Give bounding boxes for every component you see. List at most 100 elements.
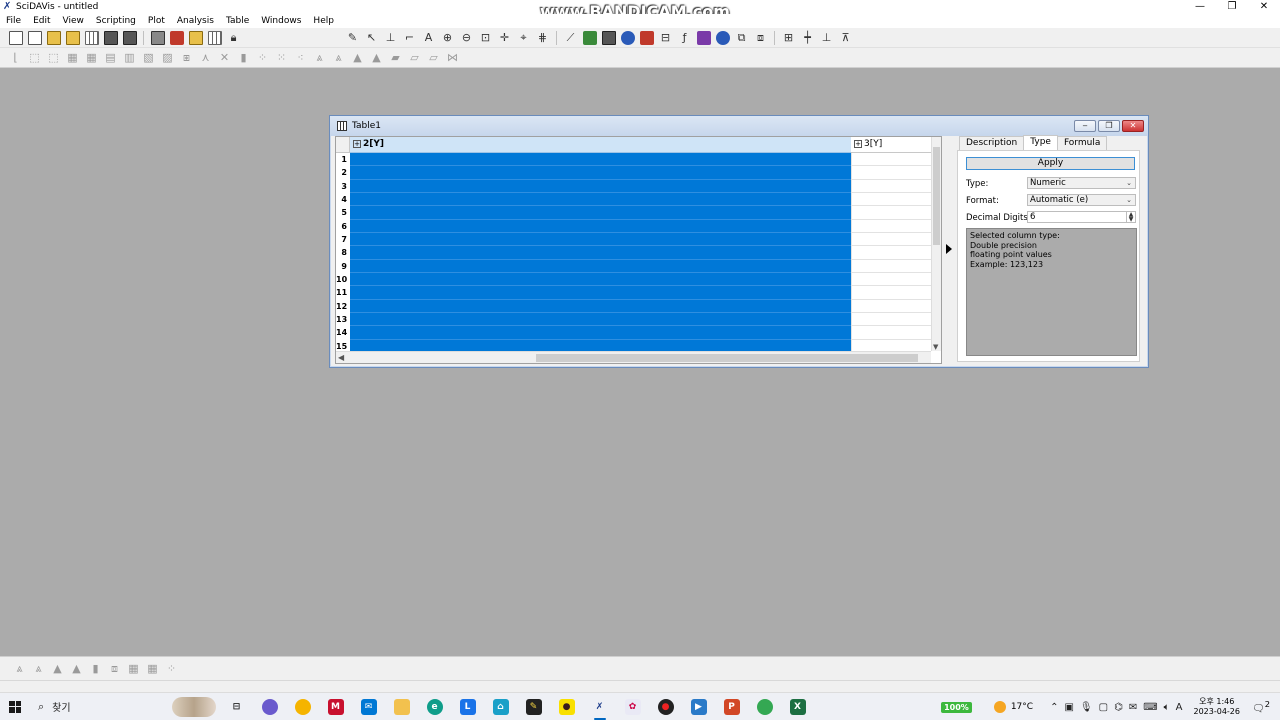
globe-icon[interactable] bbox=[620, 30, 635, 45]
type-select[interactable]: Numeric ⌄ bbox=[1027, 177, 1136, 189]
table-cell[interactable] bbox=[851, 219, 931, 233]
3d-axes-icon[interactable]: ⋏ bbox=[199, 51, 213, 65]
table-minimize-button[interactable]: ‒ bbox=[1074, 120, 1096, 132]
row-header[interactable]: 10 bbox=[336, 272, 350, 287]
floor-iso-icon[interactable]: ▱ bbox=[408, 51, 422, 65]
taskbar-search[interactable]: ⌕ 찾기 bbox=[30, 693, 220, 720]
format-select[interactable]: Automatic (e) ⌄ bbox=[1027, 194, 1136, 206]
table-cell-selected[interactable] bbox=[350, 259, 851, 273]
scroll-left-icon[interactable]: ◀ bbox=[338, 352, 344, 363]
3d-cross-icon[interactable]: ✕ bbox=[218, 51, 232, 65]
floor-data-icon[interactable]: ▰ bbox=[389, 51, 403, 65]
table-cell[interactable] bbox=[851, 166, 931, 180]
table-cell[interactable] bbox=[851, 299, 931, 313]
line-plot-icon[interactable]: ⌊ bbox=[9, 51, 23, 65]
taskbar-app-store[interactable]: ⌂ bbox=[488, 696, 514, 718]
new-project-icon[interactable] bbox=[8, 30, 23, 45]
3d-mesh-icon[interactable]: ▦ bbox=[85, 51, 99, 65]
import-ascii-icon[interactable] bbox=[84, 30, 99, 45]
swap-layers-icon[interactable]: ⧈ bbox=[754, 31, 768, 45]
chat-icon[interactable]: ✉ bbox=[1129, 702, 1137, 713]
notification-icon[interactable]: 🗨︎2 bbox=[1252, 699, 1270, 714]
table-cell[interactable] bbox=[851, 232, 931, 247]
menu-view[interactable]: View bbox=[57, 14, 90, 28]
table-cell-selected[interactable] bbox=[350, 166, 851, 180]
menu-plot[interactable]: Plot bbox=[142, 14, 171, 28]
spin-arrows-icon[interactable]: ▲ ▼ bbox=[1126, 212, 1135, 223]
table-cell-selected[interactable] bbox=[350, 312, 851, 327]
3d-bars-icon[interactable]: ▮ bbox=[89, 662, 103, 676]
table-cell-selected[interactable] bbox=[350, 286, 851, 300]
table-cell[interactable] bbox=[851, 312, 931, 327]
keyboard-icon[interactable]: ⌨ bbox=[1143, 702, 1157, 713]
3d-wireframe-icon[interactable]: ⩓ bbox=[313, 51, 327, 65]
taskbar-app-chrome[interactable] bbox=[752, 696, 778, 718]
horizontal-scrollbar[interactable]: ◀ bbox=[336, 351, 931, 363]
vertical-scroll-thumb[interactable] bbox=[933, 147, 940, 245]
3d-filled-icon[interactable]: ▲ bbox=[51, 662, 65, 676]
3d-wireframe-icon[interactable]: ⩓ bbox=[13, 662, 27, 676]
taskbar-app-mail[interactable]: ✉ bbox=[356, 696, 382, 718]
apply-button[interactable]: Apply bbox=[966, 157, 1135, 170]
screen-reader-icon[interactable]: ⌖ bbox=[517, 31, 531, 45]
menu-windows[interactable]: Windows bbox=[255, 14, 307, 28]
new-table-icon[interactable] bbox=[27, 30, 42, 45]
save-project-icon[interactable] bbox=[103, 30, 118, 45]
volume-icon[interactable]: 🔈︎ bbox=[1164, 702, 1170, 713]
table-cell-selected[interactable] bbox=[350, 232, 851, 247]
close-button[interactable]: ✕ bbox=[1248, 0, 1280, 14]
row-header[interactable]: 6 bbox=[336, 219, 350, 233]
perspective-icon[interactable]: ⋈ bbox=[446, 51, 460, 65]
3d-frame-icon[interactable]: ⬚ bbox=[47, 51, 61, 65]
table-cell[interactable] bbox=[851, 286, 931, 300]
taskbar-app-mcafee[interactable]: M bbox=[323, 696, 349, 718]
weather-widget[interactable]: 17°C bbox=[993, 701, 1033, 713]
row-header[interactable]: 2 bbox=[336, 166, 350, 180]
3d-shaded-icon[interactable]: ▲ bbox=[70, 662, 84, 676]
chevron-up-icon[interactable]: ⌃ bbox=[1050, 702, 1058, 713]
table-window-titlebar[interactable]: Table1 ‒ ❐ ✕ bbox=[330, 116, 1148, 136]
column-header-3y[interactable]: + 3[Y] bbox=[851, 137, 931, 153]
start-button[interactable] bbox=[0, 693, 30, 720]
swap-layers-icon[interactable]: ⧈ bbox=[108, 662, 122, 676]
taskbar-app-chrome-canary[interactable] bbox=[290, 696, 316, 718]
table-cell-selected[interactable] bbox=[350, 219, 851, 233]
project-explorer-icon[interactable] bbox=[188, 30, 203, 45]
column-expand-icon[interactable]: + bbox=[353, 140, 361, 148]
select-data-range-icon[interactable]: ⋕ bbox=[536, 31, 550, 45]
menu-help[interactable]: Help bbox=[307, 14, 340, 28]
horizontal-scroll-thumb[interactable] bbox=[536, 354, 918, 362]
taskbar-app-paint[interactable]: ✿ bbox=[620, 696, 646, 718]
matrix-transpose-icon[interactable]: ▦ bbox=[146, 662, 160, 676]
surface-plot-icon[interactable] bbox=[715, 30, 730, 45]
rescale-icon[interactable]: ⌐ bbox=[403, 31, 417, 45]
row-header[interactable]: 9 bbox=[336, 259, 350, 273]
scroll-down-icon[interactable]: ▼ bbox=[933, 343, 938, 351]
row-header[interactable]: 5 bbox=[336, 206, 350, 220]
add-image-icon[interactable] bbox=[582, 30, 597, 45]
table-cell[interactable] bbox=[851, 246, 931, 260]
tab-type[interactable]: Type bbox=[1023, 135, 1058, 150]
row-header[interactable]: 13 bbox=[336, 312, 350, 327]
set-column-z-icon[interactable]: ⊼ bbox=[839, 31, 853, 45]
table-cell-selected[interactable] bbox=[350, 192, 851, 207]
row-header[interactable]: 3 bbox=[336, 179, 350, 193]
panel-toggle-arrow-icon[interactable] bbox=[946, 244, 952, 254]
data-reader-icon[interactable]: ✛ bbox=[498, 31, 512, 45]
menu-scripting[interactable]: Scripting bbox=[90, 14, 142, 28]
taskbar-app-copilot[interactable] bbox=[257, 696, 283, 718]
row-header[interactable]: 12 bbox=[336, 299, 350, 313]
table-cell[interactable] bbox=[851, 259, 931, 273]
table-cell[interactable] bbox=[851, 206, 931, 220]
taskbar-app-bandicam[interactable]: ● bbox=[653, 696, 679, 718]
draw-line-icon[interactable]: ⟋ bbox=[564, 31, 578, 45]
battery-badge[interactable]: 100% bbox=[941, 701, 972, 713]
add-function-icon[interactable]: ƒ bbox=[678, 31, 692, 45]
taskbar-app-scidavis[interactable]: ✗ bbox=[587, 696, 613, 720]
add-layer-icon[interactable]: ⊟ bbox=[659, 31, 673, 45]
row-header[interactable]: 11 bbox=[336, 286, 350, 300]
onenote-icon[interactable]: ▣ bbox=[1064, 702, 1073, 713]
3d-box-frame-icon[interactable]: ⧆ bbox=[180, 51, 194, 65]
print-icon[interactable] bbox=[150, 30, 165, 45]
lock-icon[interactable]: 🔒︎ bbox=[227, 31, 241, 45]
